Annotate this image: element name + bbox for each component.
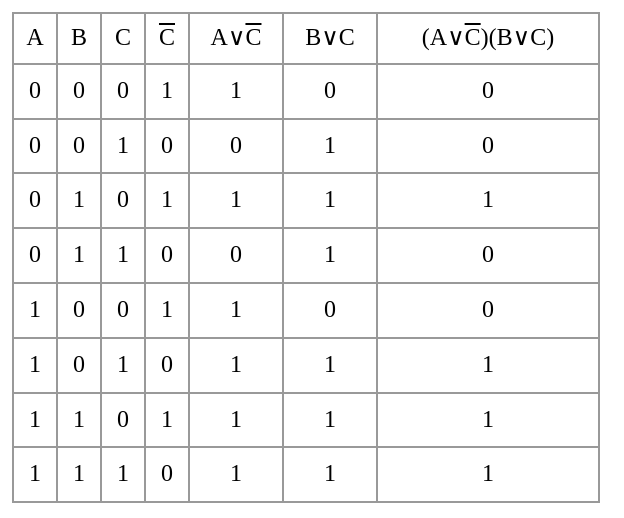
cell-A: 0: [13, 64, 57, 119]
table-row: 0 1 0 1 1 1 1: [13, 173, 599, 228]
cell-B-or-C: 1: [283, 393, 377, 448]
cell-not-C: 1: [145, 283, 189, 338]
table-row: 1 1 0 1 1 1 1: [13, 393, 599, 448]
col-header-B: B: [57, 13, 101, 64]
cell-C: 1: [101, 338, 145, 393]
cell-B: 1: [57, 228, 101, 283]
cell-C: 1: [101, 228, 145, 283]
cell-B-or-C: 1: [283, 173, 377, 228]
col-header-product: (A∨C)(B∨C): [377, 13, 599, 64]
table-row: 0 0 0 1 1 0 0: [13, 64, 599, 119]
cell-B: 0: [57, 283, 101, 338]
truth-table: A B C C A∨C B∨C (A∨C)(B∨C) 0 0 0 1 1 0 0…: [12, 12, 600, 503]
cell-not-C: 0: [145, 338, 189, 393]
cell-B: 1: [57, 173, 101, 228]
cell-A-or-not-C: 1: [189, 447, 283, 502]
cell-B-or-C: 1: [283, 228, 377, 283]
col-header-B-or-C: B∨C: [283, 13, 377, 64]
cell-A-or-not-C: 1: [189, 393, 283, 448]
cell-B: 0: [57, 64, 101, 119]
table-row: 1 0 0 1 1 0 0: [13, 283, 599, 338]
cell-A: 1: [13, 338, 57, 393]
table-row: 1 1 1 0 1 1 1: [13, 447, 599, 502]
cell-not-C: 0: [145, 119, 189, 174]
cell-product: 1: [377, 393, 599, 448]
cell-A: 1: [13, 447, 57, 502]
cell-product: 0: [377, 64, 599, 119]
cell-product: 0: [377, 283, 599, 338]
cell-product: 1: [377, 447, 599, 502]
cell-A-or-not-C: 1: [189, 64, 283, 119]
table-row: 0 0 1 0 0 1 0: [13, 119, 599, 174]
cell-product: 1: [377, 338, 599, 393]
cell-A: 1: [13, 283, 57, 338]
cell-B: 0: [57, 119, 101, 174]
cell-A: 0: [13, 119, 57, 174]
cell-not-C: 1: [145, 64, 189, 119]
cell-C: 1: [101, 119, 145, 174]
cell-product: 1: [377, 173, 599, 228]
cell-A: 0: [13, 228, 57, 283]
col-header-A-or-not-C: A∨C: [189, 13, 283, 64]
cell-B-or-C: 0: [283, 283, 377, 338]
cell-A-or-not-C: 1: [189, 338, 283, 393]
cell-A-or-not-C: 0: [189, 119, 283, 174]
col-header-A: A: [13, 13, 57, 64]
table-row: 1 0 1 0 1 1 1: [13, 338, 599, 393]
cell-A: 0: [13, 173, 57, 228]
cell-A-or-not-C: 0: [189, 228, 283, 283]
cell-C: 1: [101, 447, 145, 502]
cell-not-C: 0: [145, 447, 189, 502]
cell-C: 0: [101, 64, 145, 119]
cell-A-or-not-C: 1: [189, 283, 283, 338]
cell-B-or-C: 0: [283, 64, 377, 119]
table-row: 0 1 1 0 0 1 0: [13, 228, 599, 283]
col-header-not-C: C: [145, 13, 189, 64]
cell-A: 1: [13, 393, 57, 448]
cell-B: 0: [57, 338, 101, 393]
cell-not-C: 1: [145, 393, 189, 448]
cell-not-C: 0: [145, 228, 189, 283]
cell-C: 0: [101, 283, 145, 338]
table-header-row: A B C C A∨C B∨C (A∨C)(B∨C): [13, 13, 599, 64]
cell-product: 0: [377, 228, 599, 283]
cell-product: 0: [377, 119, 599, 174]
cell-A-or-not-C: 1: [189, 173, 283, 228]
cell-B: 1: [57, 393, 101, 448]
cell-B-or-C: 1: [283, 447, 377, 502]
not-c-symbol: C: [159, 25, 175, 51]
cell-C: 0: [101, 173, 145, 228]
cell-B-or-C: 1: [283, 119, 377, 174]
cell-C: 0: [101, 393, 145, 448]
cell-B: 1: [57, 447, 101, 502]
col-header-C: C: [101, 13, 145, 64]
cell-not-C: 1: [145, 173, 189, 228]
cell-B-or-C: 1: [283, 338, 377, 393]
